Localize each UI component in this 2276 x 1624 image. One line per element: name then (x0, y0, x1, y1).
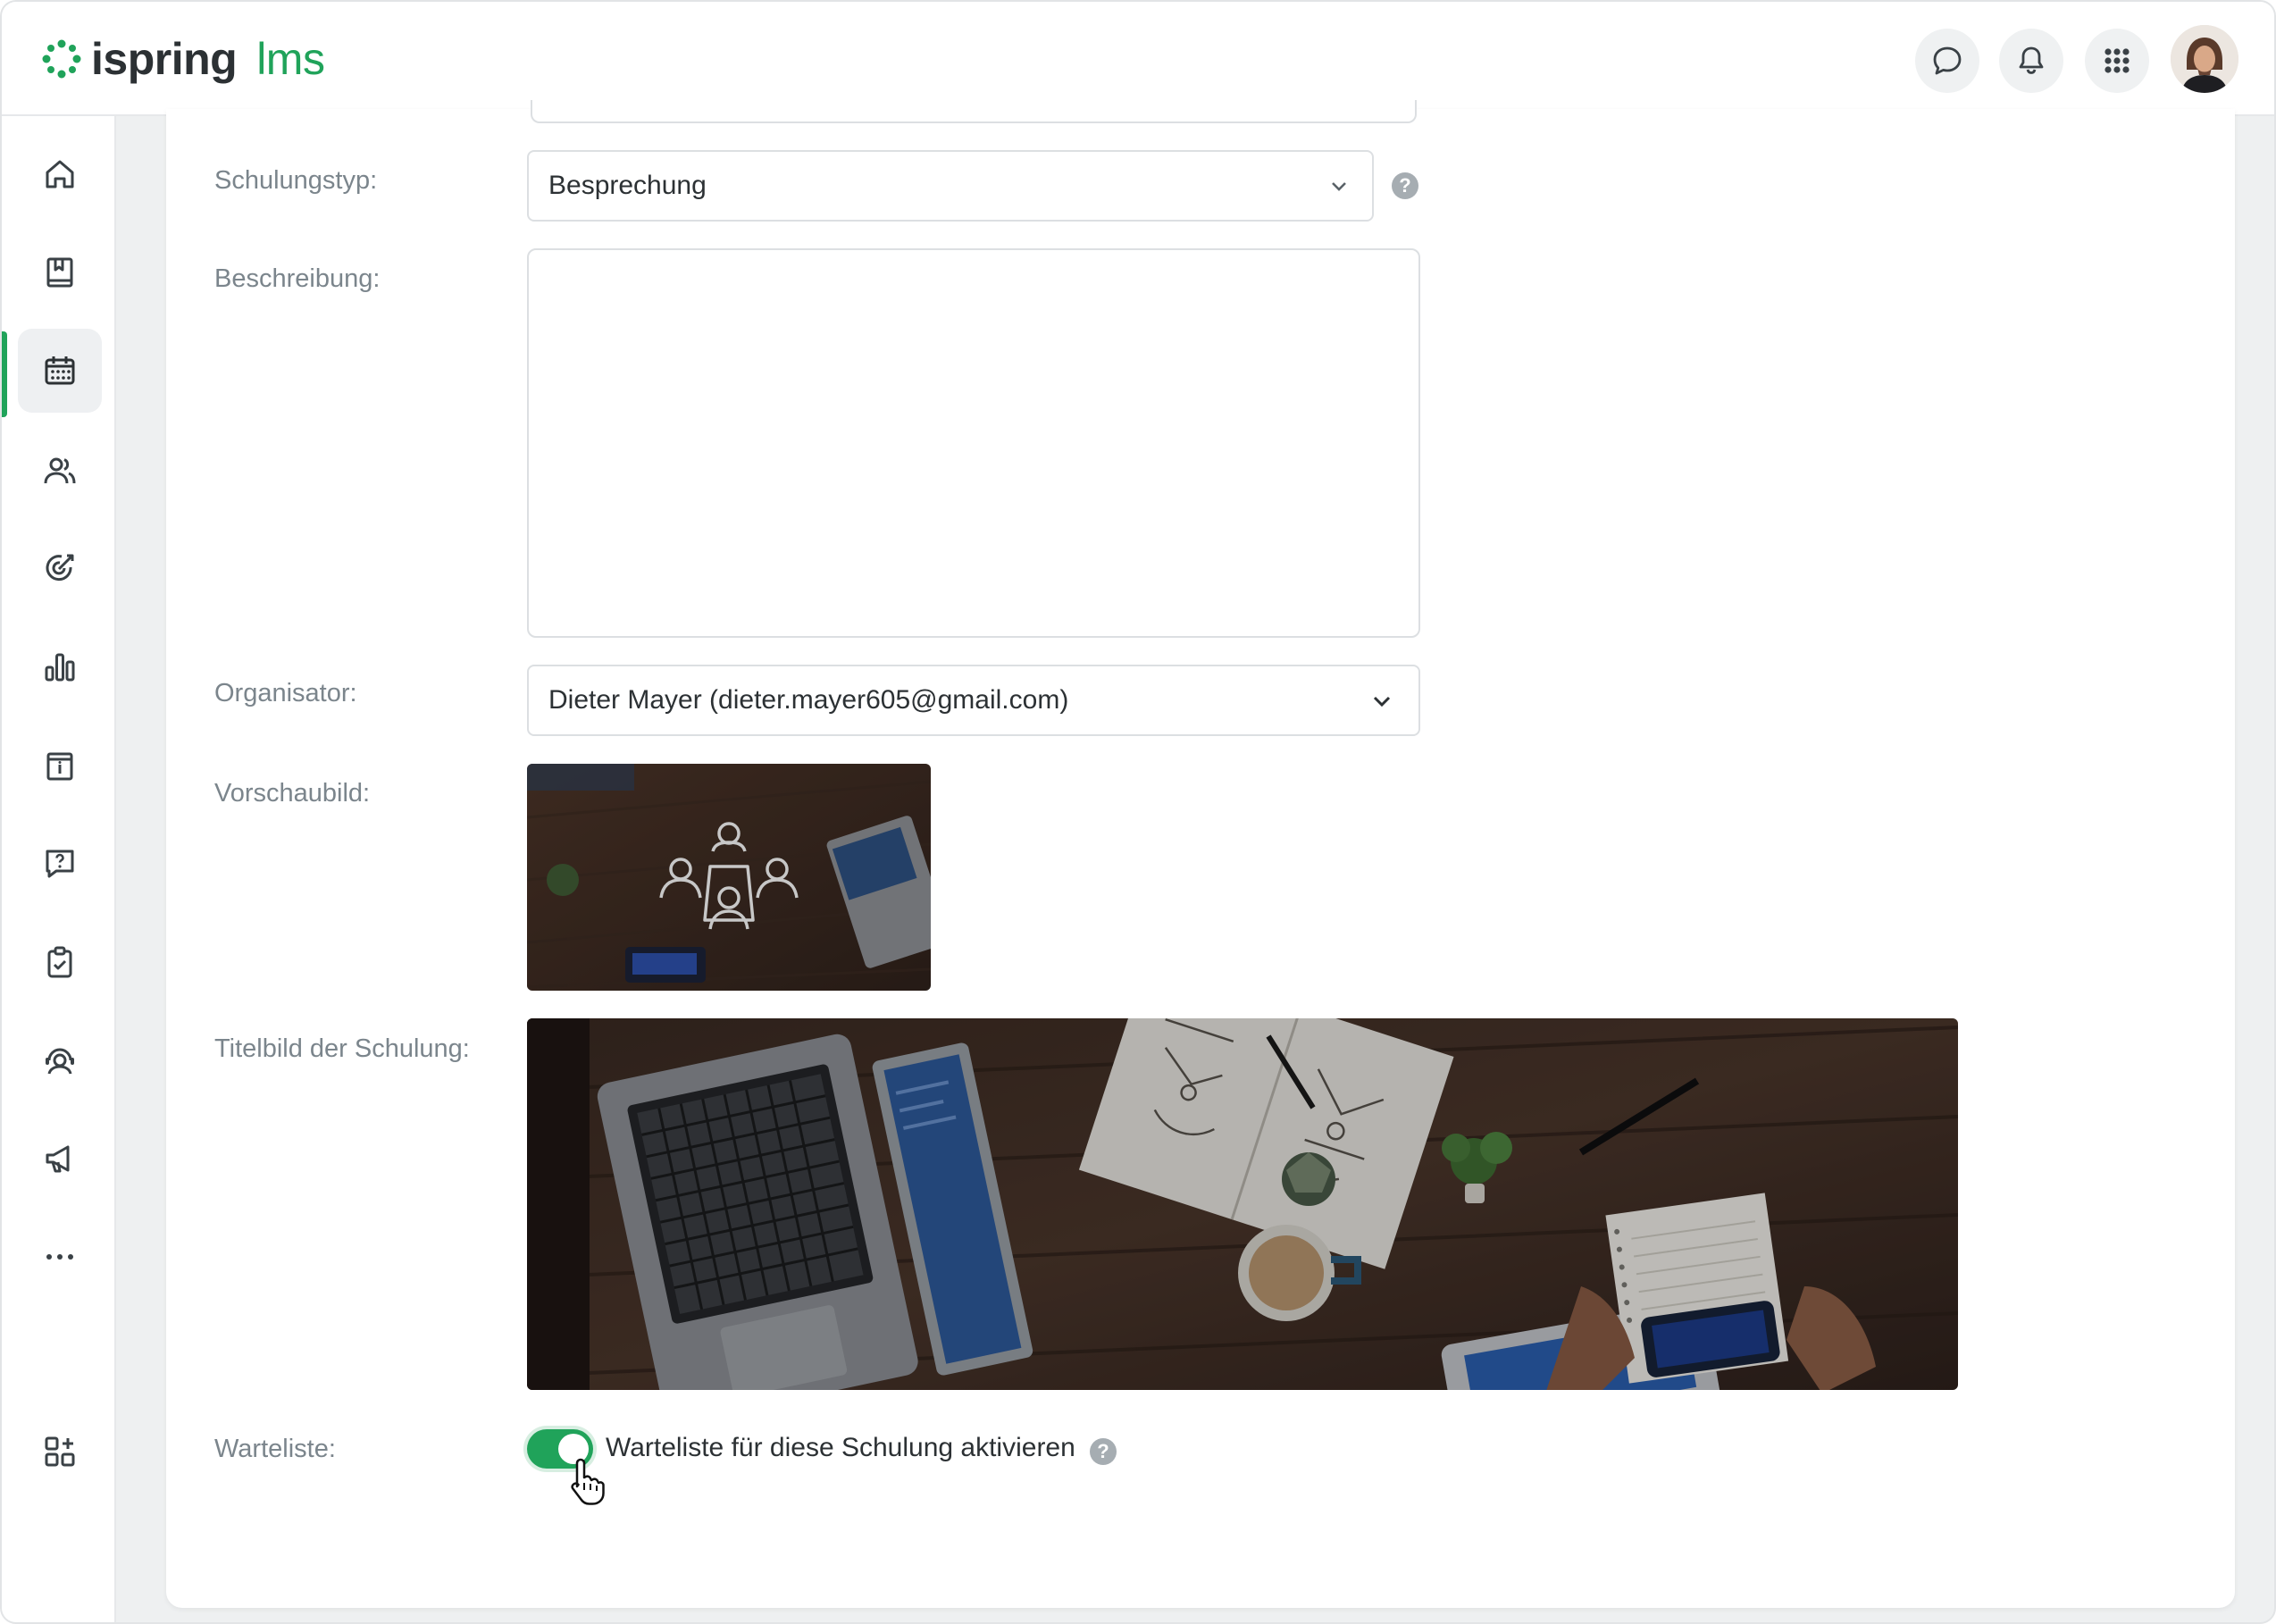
active-nav-indicator (2, 331, 7, 417)
nav-more[interactable] (18, 1215, 102, 1299)
description-label: Beschreibung: (214, 264, 381, 293)
megaphone-icon (46, 1145, 70, 1173)
avatar-photo (2171, 25, 2238, 93)
user-avatar[interactable] (2171, 25, 2238, 93)
training-type-help-icon[interactable]: ? (1392, 172, 1418, 199)
home-icon (46, 160, 74, 188)
nav-tasks[interactable] (18, 920, 102, 1004)
waitlist-toggle-label[interactable]: Warteliste für diese Schulung aktivieren (606, 1433, 1075, 1463)
notifications-button[interactable] (1999, 29, 2063, 93)
info-board-icon (46, 752, 73, 781)
logo-suffix: lms (256, 34, 325, 84)
chat-icon (1933, 46, 1962, 75)
logo-text: ispring (91, 34, 238, 84)
cover-image[interactable] (527, 1018, 1958, 1390)
preview-image-label: Vorschaubild: (214, 779, 371, 808)
chevron-down-icon (1332, 182, 1346, 191)
nav-home[interactable] (18, 132, 102, 216)
organizer-value: Dieter Mayer (dieter.mayer605@gmail.com) (548, 685, 1069, 715)
logo-mark-icon (42, 39, 81, 79)
hand-pointer-cursor-icon (571, 1458, 605, 1505)
book-icon (46, 257, 73, 288)
organizer-select[interactable]: Dieter Mayer (dieter.mayer605@gmail.com) (527, 665, 1420, 736)
top-header: ispring lms (2, 2, 2274, 116)
cover-image-label: Titelbild der Schulung: (214, 1034, 470, 1063)
users-icon (44, 457, 76, 484)
waitlist-label: Warteliste: (214, 1435, 336, 1463)
calendar-icon (45, 356, 75, 385)
bar-chart-icon (45, 653, 75, 682)
description-textarea[interactable] (527, 248, 1420, 638)
more-dots-icon (46, 1254, 73, 1260)
chevron-down-icon (1373, 696, 1391, 707)
app-window: ispring lms Schulungstyp: Besprechung ? … (0, 0, 2276, 1624)
nav-learning[interactable] (18, 230, 102, 314)
nav-goals[interactable] (18, 527, 102, 611)
left-sidebar (2, 116, 116, 1622)
question-chat-icon (46, 850, 74, 878)
training-type-label: Schulungstyp: (214, 166, 378, 195)
nav-support[interactable] (18, 1018, 102, 1102)
previous-field-bottom (531, 100, 1417, 123)
support-agent-icon (46, 1048, 74, 1075)
clipboard-check-icon (47, 946, 72, 978)
training-type-value: Besprechung (548, 171, 707, 200)
waitlist-help-icon[interactable]: ? (1090, 1438, 1117, 1465)
chat-button[interactable] (1915, 29, 1979, 93)
cover-image-graphic (527, 1018, 1958, 1390)
apps-grid-icon (2104, 48, 2130, 73)
target-icon (46, 554, 74, 582)
nav-reports[interactable] (18, 625, 102, 709)
nav-questions[interactable] (18, 822, 102, 906)
organizer-label: Organisator: (214, 679, 357, 707)
bell-icon (2019, 46, 2044, 74)
nav-add-widgets[interactable] (18, 1410, 102, 1494)
preview-image-graphic (527, 764, 931, 991)
apps-button[interactable] (2085, 29, 2149, 93)
app-logo[interactable]: ispring lms (41, 32, 325, 86)
nav-calendar[interactable] (18, 329, 102, 413)
training-type-select[interactable]: Besprechung (527, 150, 1374, 222)
preview-image[interactable] (527, 764, 931, 991)
add-widgets-icon (45, 1436, 75, 1467)
nav-users[interactable] (18, 429, 102, 513)
nav-announcements[interactable] (18, 1117, 102, 1201)
nav-info[interactable] (18, 724, 102, 808)
